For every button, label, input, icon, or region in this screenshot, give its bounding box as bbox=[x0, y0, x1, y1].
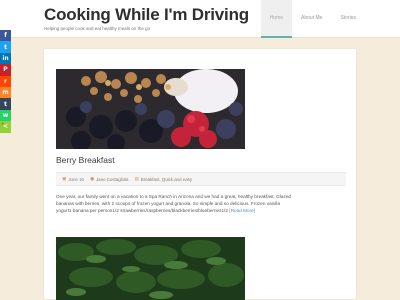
facebook-icon[interactable]: f bbox=[0, 30, 11, 42]
post-author: ● Jane Costagliola bbox=[90, 177, 128, 182]
nav-item-stories[interactable]: Stories bbox=[331, 0, 365, 38]
post-author-text[interactable]: Jane Costagliola bbox=[96, 177, 128, 182]
whatsapp-icon[interactable]: w bbox=[0, 109, 11, 122]
main-content: Berry Breakfast ▣ June 10 ● Jane Costagl… bbox=[43, 48, 357, 300]
mix-icon[interactable]: m bbox=[0, 86, 11, 99]
linkedin-icon[interactable]: in bbox=[0, 52, 11, 65]
read-more-link[interactable]: [Read More] bbox=[229, 208, 255, 213]
post-excerpt: One year, our family went on a vacation … bbox=[56, 193, 296, 215]
user-icon: ● bbox=[89, 176, 94, 182]
post-featured-image-2[interactable] bbox=[56, 237, 245, 300]
site-title[interactable]: Cooking While I'm Driving bbox=[44, 5, 249, 25]
post-featured-image[interactable] bbox=[56, 69, 245, 149]
site-header: Cooking While I'm Driving Helping people… bbox=[0, 0, 400, 38]
nav-item-home[interactable]: Home bbox=[260, 0, 293, 38]
berry-bowl-photo bbox=[56, 69, 245, 149]
main-nav: Home About Me Stories bbox=[260, 0, 365, 38]
tumblr-icon[interactable]: t bbox=[0, 98, 11, 110]
social-share-bar: f t in Pr m t w < bbox=[0, 30, 11, 133]
post-categories-text[interactable]: Breakfast, Quick and easy bbox=[141, 177, 192, 182]
twitter-icon[interactable]: t bbox=[0, 41, 11, 53]
reddit-icon[interactable]: r bbox=[0, 75, 11, 87]
post-date: ▣ June 10 bbox=[62, 177, 84, 182]
post-title[interactable]: Berry Breakfast bbox=[56, 155, 115, 165]
folder-icon: ▤ bbox=[134, 176, 139, 182]
pinterest-icon[interactable]: P bbox=[0, 64, 11, 76]
post-categories: ▤ Breakfast, Quick and easy bbox=[134, 177, 192, 182]
share-collapse-icon[interactable]: » bbox=[1, 121, 4, 127]
post-meta: ▣ June 10 ● Jane Costagliola ▤ Breakfast… bbox=[56, 172, 346, 186]
post-date-text[interactable]: June 10 bbox=[68, 177, 84, 182]
spinach-photo bbox=[56, 237, 245, 300]
site-tagline: Helping people cook and eat healthy meal… bbox=[44, 26, 151, 31]
calendar-icon: ▣ bbox=[62, 176, 67, 182]
nav-item-about-me[interactable]: About Me bbox=[292, 0, 331, 38]
post-excerpt-text: One year, our family went on a vacation … bbox=[56, 194, 292, 214]
